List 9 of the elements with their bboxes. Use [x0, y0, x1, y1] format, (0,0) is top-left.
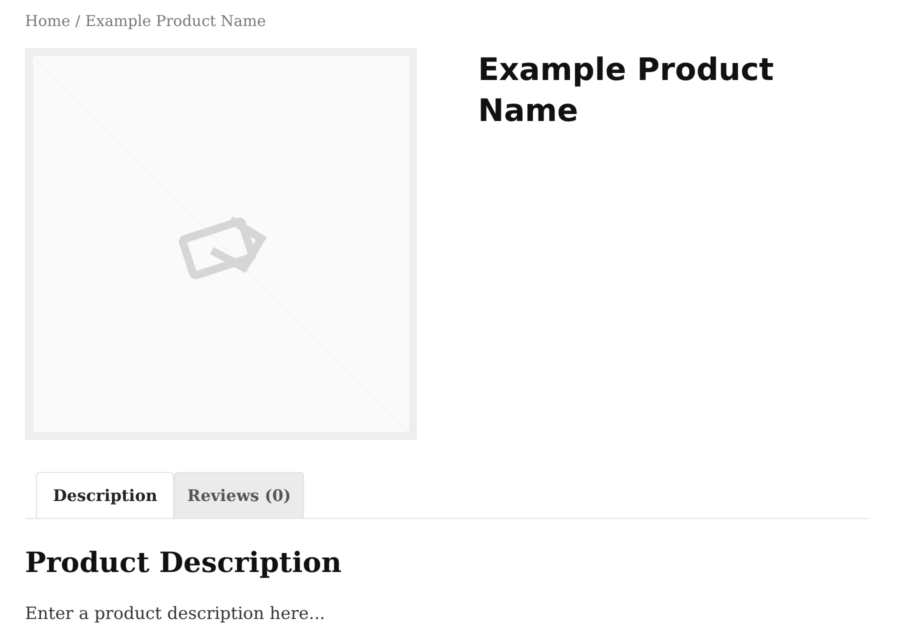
section-heading: Product Description [25, 545, 343, 581]
product-title: Example Product Name [478, 51, 775, 131]
tab[interactable]: Reviews (0) [174, 472, 304, 518]
tab[interactable]: Description [36, 472, 174, 518]
breadcrumb-current: Example Product Name [85, 10, 266, 32]
breadcrumb-link[interactable]: Home [25, 10, 70, 32]
photos-icon [178, 216, 267, 280]
breadcrumb-separator: / [75, 10, 80, 32]
description-text: Enter a product description here... [25, 603, 326, 626]
